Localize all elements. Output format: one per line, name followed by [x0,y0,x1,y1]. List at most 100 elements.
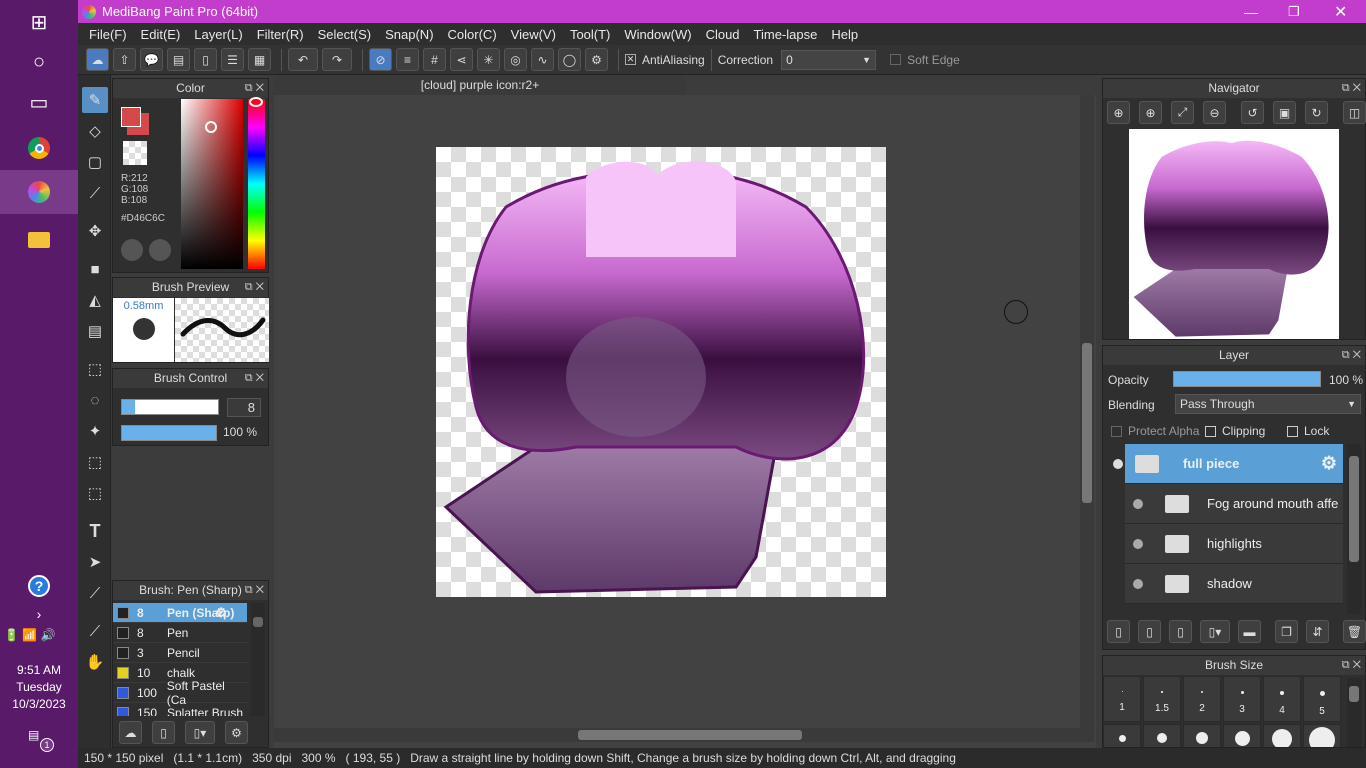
upload-icon[interactable]: ⇧ [113,48,136,71]
new-brush-icon[interactable]: ▯ [152,721,175,744]
notification-icon[interactable]: ▤ 1 [28,728,54,752]
task-view-icon[interactable]: ▭ [0,80,78,124]
horizontal-scrollbar[interactable] [274,728,1094,742]
menu-timelapse[interactable]: Time-lapse [747,27,825,42]
lock-checkbox[interactable] [1287,425,1298,437]
layer-row[interactable]: Fog around mouth affe [1125,484,1343,524]
system-tray-icons[interactable]: 🔋 📶 🔊 [4,628,56,642]
zoom-in-icon[interactable]: ⊕ [1139,101,1162,124]
menu-edit[interactable]: Edit(E) [134,27,188,42]
brush-settings-icon[interactable]: ⚙ [225,721,248,744]
visibility-eye-icon[interactable] [1133,498,1143,509]
brush-size-slider[interactable] [121,399,219,415]
eraser-tool-icon[interactable]: ◇ [82,118,108,144]
artwork-canvas[interactable] [436,147,886,597]
primary-color-swatch[interactable] [121,107,141,127]
line-tool-icon[interactable]: ⟋ [82,180,108,206]
lasso-icon[interactable]: ◌ [82,387,108,413]
canvas-area[interactable] [274,95,1096,748]
panel-float-close-icon[interactable]: ⧉ ✕ [245,278,264,297]
chrome-icon[interactable] [0,126,78,170]
brush-size-scrollbar[interactable] [1347,678,1361,747]
curve-snap-icon[interactable]: ∿ [531,48,554,71]
menu-help[interactable]: Help [824,27,865,42]
brush-size-option[interactable] [1143,724,1181,747]
brush-list-item[interactable]: 8 Pen [113,623,247,643]
visibility-eye-icon[interactable] [1133,538,1143,549]
menu-view[interactable]: View(V) [504,27,563,42]
clipping-checkbox[interactable] [1205,425,1216,437]
panel-float-close-icon[interactable]: ⧉ ✕ [245,581,264,600]
parallel-snap-icon[interactable]: ≡ [396,48,419,71]
menu-cloud[interactable]: Cloud [699,27,747,42]
restore-button[interactable]: ❐ [1288,4,1300,20]
select-eraser-icon[interactable]: ⬚ [82,480,108,506]
transparent-swatch[interactable] [123,141,147,165]
flip-horizontal-icon[interactable]: ◫ [1343,101,1366,124]
menu-snap[interactable]: Snap(N) [378,27,440,42]
magic-wand-icon[interactable]: ✦ [82,418,108,444]
menu-window[interactable]: Window(W) [617,27,698,42]
correction-dropdown[interactable]: 0 ▼ [781,49,877,70]
panel-float-close-icon[interactable]: ⧉ ✕ [1342,656,1361,675]
add-layer-menu-icon[interactable]: ▯▾ [1200,620,1230,643]
palette-icon[interactable] [121,239,143,261]
grid-snap-icon[interactable]: # [423,48,446,71]
brush-size-option[interactable] [1223,724,1261,747]
panel-float-close-icon[interactable]: ⧉ ✕ [245,79,264,98]
menu-layer[interactable]: Layer(L) [187,27,249,42]
select-pen-icon[interactable]: ⬚ [82,449,108,475]
duplicate-layer-icon[interactable]: ❐ [1275,620,1298,643]
menu-filter[interactable]: Filter(R) [250,27,311,42]
brush-size-option[interactable]: 1 [1103,676,1141,722]
brush-list-item[interactable]: 100 Soft Pastel (Ca [113,679,247,707]
fit-window-icon[interactable]: ⤢ [1171,101,1194,124]
brush-size-option[interactable] [1103,724,1141,747]
file-explorer-icon[interactable] [0,218,78,262]
new-layer-icon[interactable]: ▯ [1107,620,1130,643]
visibility-eye-icon[interactable] [1133,578,1143,589]
hand-tool-icon[interactable]: ✋ [82,649,108,675]
antialiasing-checkbox[interactable]: ✕ [625,54,636,65]
layer-settings-gear-icon[interactable]: ⚙ [1321,453,1337,474]
divide-tool-icon[interactable]: ⟋ [82,580,108,606]
brush-tool-icon[interactable]: ✎ [82,87,108,113]
rotate-right-icon[interactable]: ↻ [1305,101,1328,124]
hue-cursor[interactable] [249,97,263,107]
page-icon[interactable]: ▯ [194,48,217,71]
panel-float-close-icon[interactable]: ⧉ ✕ [1342,79,1361,98]
vertical-scrollbar[interactable] [1080,95,1094,728]
concentric-snap-icon[interactable]: ◎ [504,48,527,71]
brush-size-option[interactable]: 1.5 [1143,676,1181,722]
brush-list-item[interactable]: 150 Splatter Brush [113,703,247,716]
search-circle-icon[interactable]: ○ [0,40,78,84]
reset-view-icon[interactable]: ▣ [1273,101,1296,124]
eyedropper-icon[interactable]: ⟋ [82,618,108,644]
pages-manage-icon[interactable]: ☰ [221,48,244,71]
undo-icon[interactable]: ↶ [288,48,318,71]
text-tool-icon[interactable]: T [82,518,108,544]
brush-list-item[interactable]: 8 Pen (Sharp) ⚙ [113,603,247,623]
operation-tool-icon[interactable]: ➤ [82,549,108,575]
layer-opacity-slider[interactable] [1173,371,1321,387]
select-rect-icon[interactable]: ⬚ [82,356,108,382]
cloud-icon[interactable]: ☁ [86,48,109,71]
color-history-icon[interactable] [149,239,171,261]
lock-option[interactable]: Lock [1287,424,1329,438]
clock[interactable]: 9:51 AM Tuesday 10/3/2023 [0,662,78,713]
brush-size-option[interactable] [1263,724,1301,747]
brush-list-item[interactable]: 3 Pencil [113,643,247,663]
move-tool-icon[interactable]: ✥ [82,218,108,244]
layer-row[interactable]: highlights [1125,524,1343,564]
layer-row-full-piece[interactable]: full piece ⚙ [1113,444,1343,484]
snap-off-icon[interactable]: ⊘ [369,48,392,71]
layer-scrollbar[interactable] [1347,444,1361,614]
redo-icon[interactable]: ↷ [322,48,352,71]
protect-alpha-option[interactable]: Protect Alpha [1111,424,1199,438]
radial-snap-icon[interactable]: ✳ [477,48,500,71]
sv-cursor[interactable] [205,121,217,133]
dot-tool-icon[interactable]: ▢ [82,149,108,175]
brush-size-scroll-thumb[interactable] [1349,686,1359,702]
rotate-left-icon[interactable]: ↺ [1241,101,1264,124]
scroll-thumb[interactable] [253,617,263,627]
